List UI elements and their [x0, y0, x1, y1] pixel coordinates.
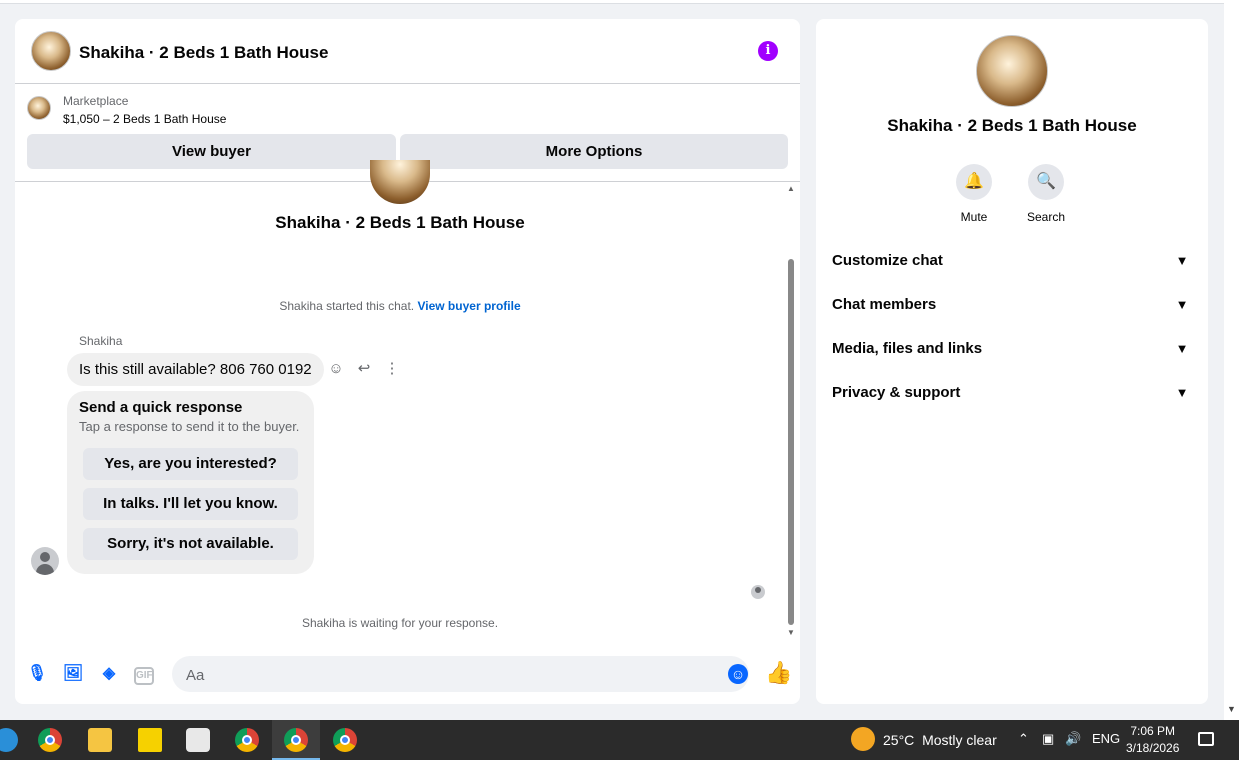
privacy-support-item[interactable]: Privacy & support ▼: [832, 381, 1192, 405]
taskbar: 25°C Mostly clear ⌃ ▣ 🔊 ENG 7:06 PM 3/18…: [0, 720, 1239, 760]
info-icon[interactable]: i: [758, 41, 778, 61]
more-options-button[interactable]: More Options: [400, 134, 788, 169]
quick-response-title: Send a quick response: [79, 399, 243, 416]
listing-title[interactable]: $1,050 – 2 Beds 1 Bath House: [63, 112, 226, 126]
search-label: Search: [1026, 210, 1066, 224]
chrome-icon: [38, 728, 62, 752]
weather-moon-icon[interactable]: [851, 727, 875, 751]
sender-avatar[interactable]: [31, 547, 59, 575]
quick-response-subtitle: Tap a response to send it to the buyer.: [79, 419, 300, 434]
clock-time: 7:06 PM: [1130, 724, 1176, 738]
listing-avatar[interactable]: [31, 31, 71, 71]
chat-header: Shakiha · 2 Beds 1 Bath House i: [15, 19, 800, 84]
more-icon[interactable]: ⋮: [384, 361, 400, 377]
seen-indicator-avatar: [751, 585, 765, 599]
language-indicator[interactable]: ENG: [1092, 731, 1120, 746]
paint-icon: [186, 728, 210, 752]
reply-icon[interactable]: ↩: [356, 361, 372, 377]
conversation-scrollbar[interactable]: ▲ ▼: [785, 182, 797, 642]
menu-label: Customize chat: [832, 252, 943, 269]
taskbar-chrome-profile[interactable]: [233, 726, 261, 754]
menu-label: Chat members: [832, 296, 937, 313]
app-icon: [0, 728, 18, 752]
microphone-icon[interactable]: 🎙: [26, 663, 48, 685]
thumbs-up-icon[interactable]: 👍: [765, 660, 792, 686]
photo-icon[interactable]: 🖼: [62, 663, 84, 685]
folder-icon: [88, 728, 112, 752]
chat-started-notice: Shakiha started this chat. View buyer pr…: [15, 299, 785, 313]
taskbar-chrome-profile-2[interactable]: [331, 726, 359, 754]
message-bubble[interactable]: Is this still available? 806 760 0192: [67, 353, 324, 386]
conversation: Shakiha · 2 Beds 1 Bath House Shakiha st…: [15, 160, 800, 642]
bell-icon[interactable]: 🔔: [956, 164, 992, 200]
view-buyer-button[interactable]: View buyer: [27, 134, 396, 169]
taskbar-chrome-profile-active[interactable]: [282, 726, 310, 754]
media-files-links-item[interactable]: Media, files and links ▼: [832, 337, 1192, 361]
chrome-icon: [284, 728, 308, 752]
conversation-avatar: [370, 160, 430, 204]
notification-icon[interactable]: [1198, 732, 1214, 746]
scroll-thumb[interactable]: [788, 259, 794, 625]
chevron-down-icon: ▼: [1175, 341, 1189, 356]
quick-reply-button[interactable]: Yes, are you interested?: [83, 448, 298, 480]
composer: 🎙 🖼 ◈ GIF ☺ 👍: [15, 649, 800, 704]
mute-label: Mute: [960, 210, 988, 224]
chrome-icon: [333, 728, 357, 752]
sticky-notes-icon: [138, 728, 162, 752]
chat-details-panel: Shakiha · 2 Beds 1 Bath House 🔔 Mute 🔍 S…: [816, 19, 1208, 704]
top-edge: [0, 0, 1224, 4]
chat-panel: Shakiha · 2 Beds 1 Bath House i Marketpl…: [15, 19, 800, 704]
view-buyer-profile-link[interactable]: View buyer profile: [417, 299, 520, 313]
customize-chat-item[interactable]: Customize chat ▼: [832, 249, 1192, 273]
conversation-title: Shakiha · 2 Beds 1 Bath House: [275, 213, 525, 232]
message-input-wrapper: ☺: [172, 656, 749, 694]
window-scrollbar[interactable]: ▼: [1224, 0, 1239, 720]
chrome-icon: [235, 728, 259, 752]
weather-temp: 25°C: [883, 732, 915, 748]
mute-button[interactable]: 🔔 Mute: [939, 164, 1009, 224]
chevron-up-icon[interactable]: ⌃: [1018, 731, 1029, 747]
listing-source: Marketplace: [63, 94, 129, 108]
weather-widget[interactable]: 25°C Mostly clear: [883, 732, 997, 748]
waiting-notice: Shakiha is waiting for your response.: [301, 616, 499, 630]
scroll-down-arrow[interactable]: ▼: [787, 628, 795, 637]
taskbar-sticky-notes[interactable]: [136, 726, 164, 754]
chevron-down-icon: ▼: [1175, 385, 1189, 400]
taskbar-paint[interactable]: [184, 726, 212, 754]
quick-response-card: Send a quick response Tap a response to …: [67, 391, 314, 574]
taskbar-file-explorer[interactable]: [86, 726, 114, 754]
scroll-down-arrow[interactable]: ▼: [1227, 704, 1236, 714]
search-icon[interactable]: 🔍: [1028, 164, 1064, 200]
menu-label: Privacy & support: [832, 384, 961, 401]
scroll-up-arrow[interactable]: ▲: [787, 184, 795, 193]
listing-thumbnail[interactable]: [27, 96, 51, 120]
message-actions: ☺ ↩ ⋮: [328, 361, 400, 377]
gif-icon[interactable]: GIF: [134, 667, 154, 685]
emoji-icon[interactable]: ☺: [728, 664, 748, 684]
taskbar-chrome[interactable]: [36, 726, 64, 754]
sticker-icon[interactable]: ◈: [98, 663, 120, 685]
weather-desc: Mostly clear: [922, 732, 997, 748]
taskbar-app-partial[interactable]: [0, 726, 20, 754]
sender-name: Shakiha: [79, 334, 123, 348]
started-text: Shakiha started this chat.: [279, 299, 415, 313]
menu-label: Media, files and links: [832, 340, 983, 357]
search-button[interactable]: 🔍 Search: [1011, 164, 1081, 224]
speaker-icon[interactable]: 🔊: [1065, 731, 1081, 747]
react-icon[interactable]: ☺: [328, 361, 344, 377]
clock-date: 3/18/2026: [1126, 741, 1180, 755]
chevron-down-icon: ▼: [1175, 253, 1189, 268]
meet-icon[interactable]: ▣: [1042, 731, 1054, 747]
chevron-down-icon: ▼: [1175, 297, 1189, 312]
quick-reply-button[interactable]: Sorry, it's not available.: [83, 528, 298, 560]
details-title: Shakiha · 2 Beds 1 Bath House: [887, 116, 1137, 135]
message-input[interactable]: [184, 656, 708, 694]
chat-title[interactable]: Shakiha · 2 Beds 1 Bath House: [79, 43, 328, 63]
details-avatar[interactable]: [976, 35, 1048, 107]
quick-reply-button[interactable]: In talks. I'll let you know.: [83, 488, 298, 520]
chat-members-item[interactable]: Chat members ▼: [832, 293, 1192, 317]
clock[interactable]: 7:06 PM 3/18/2026: [1126, 723, 1179, 757]
